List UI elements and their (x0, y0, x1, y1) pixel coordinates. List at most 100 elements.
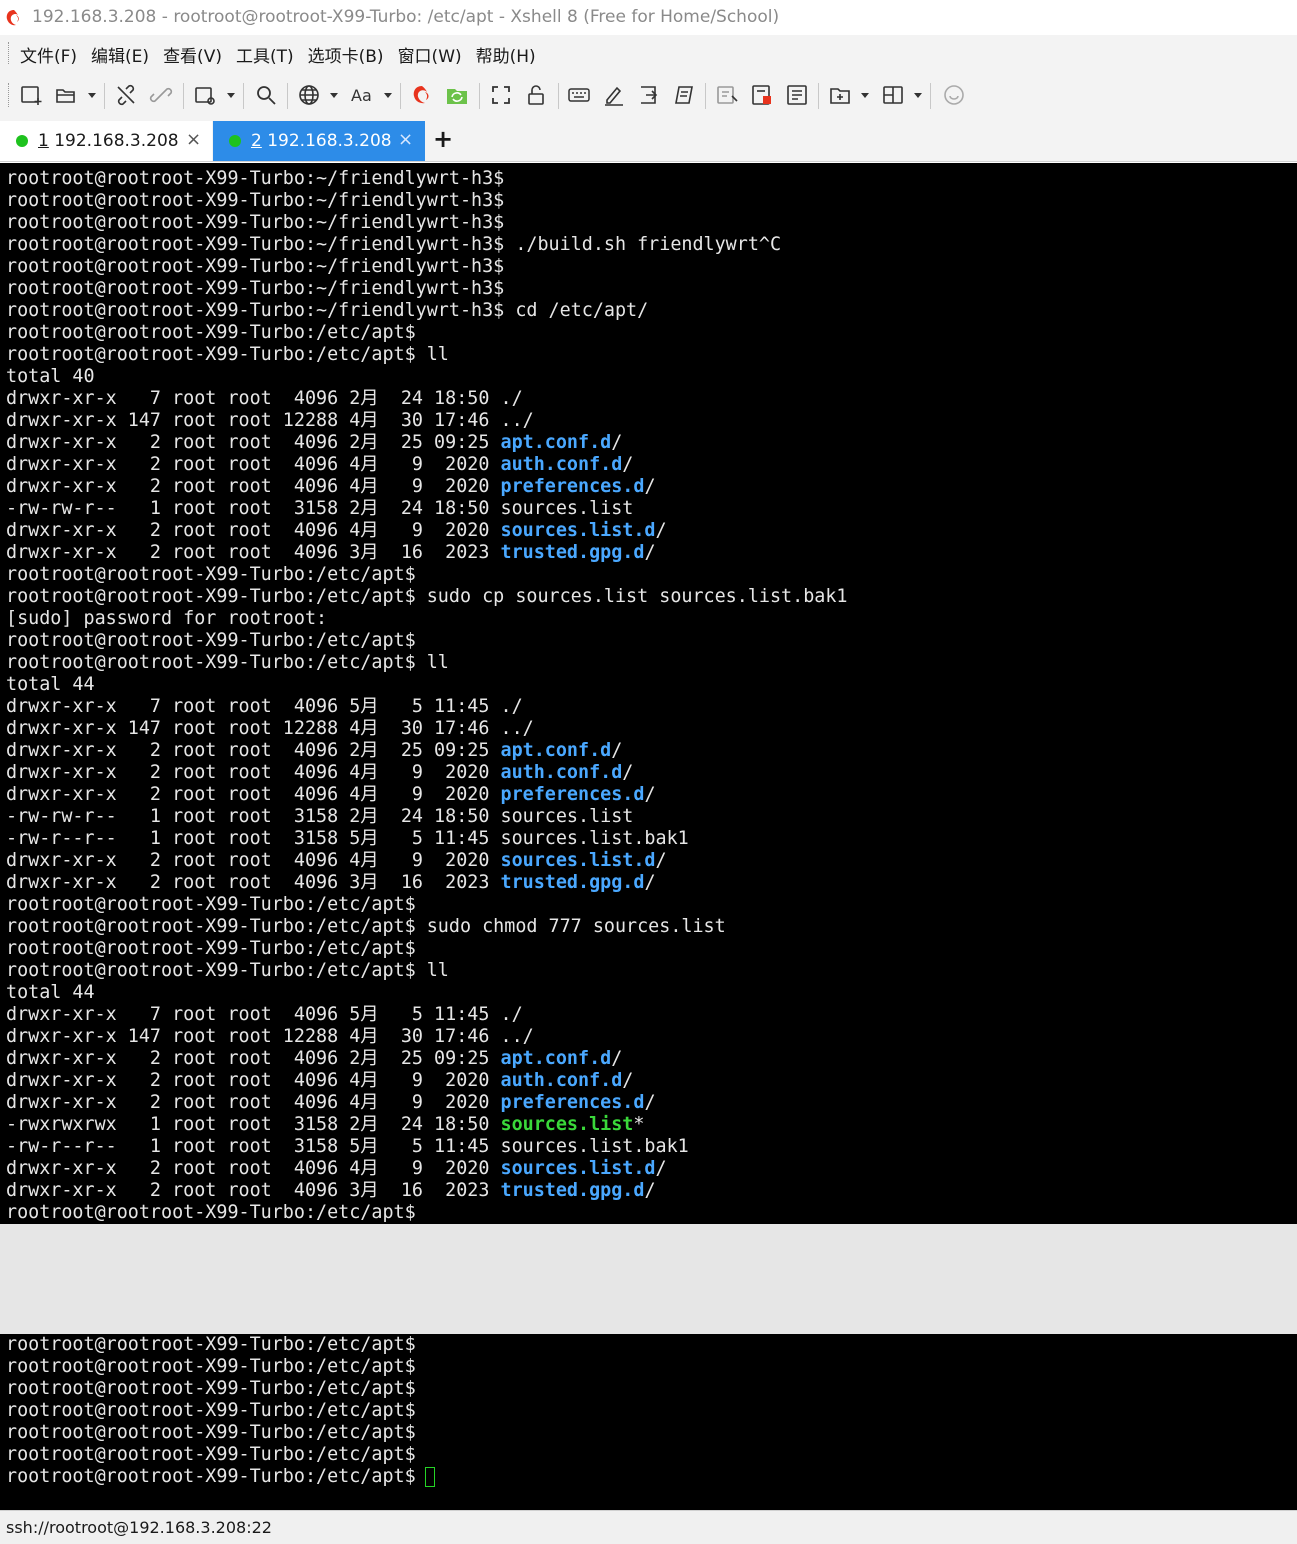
new-folder-dropdown-icon[interactable] (861, 93, 869, 98)
terminal-text: rootroot@rootroot-X99-Turbo:~/friendlywr… (6, 278, 505, 299)
terminal-text: rootroot@rootroot-X99-Turbo:/etc/apt$ (6, 1378, 416, 1399)
menu-view[interactable]: 查看(V) (163, 42, 230, 67)
new-tab-button[interactable]: + (433, 125, 453, 153)
font-dropdown-icon[interactable] (384, 93, 392, 98)
layout-icon[interactable] (881, 81, 905, 109)
terminal-text: rootroot@rootroot-X99-Turbo:/etc/apt$ ll (6, 652, 449, 673)
terminal-text: -rw-rw-r-- 1 root root 3158 2月 24 18:50 … (6, 498, 634, 519)
toolbar-separator (183, 83, 184, 109)
menu-tools[interactable]: 工具(T) (236, 42, 302, 67)
terminal-text: * (633, 1114, 645, 1135)
layout-dropdown-icon[interactable] (914, 93, 922, 98)
new-session-icon[interactable] (19, 81, 43, 109)
directory-name: trusted.gpg.d (500, 1180, 645, 1201)
keyboard-icon[interactable] (567, 81, 591, 109)
terminal-line: drwxr-xr-x 147 root root 12288 4月 30 17:… (6, 718, 534, 740)
globe-icon[interactable] (297, 81, 321, 109)
terminal-line: rootroot@rootroot-X99-Turbo:/etc/apt$ (6, 1246, 416, 1268)
terminal-line: rootroot@rootroot-X99-Turbo:/etc/apt$ (6, 322, 416, 344)
font-icon[interactable]: Aa (350, 81, 376, 109)
terminal-text: drwxr-xr-x 147 root root 12288 4月 30 17:… (6, 1026, 534, 1047)
close-tab-2-icon[interactable]: × (398, 129, 413, 150)
directory-name: apt.conf.d (500, 1048, 612, 1069)
terminal-text: / (655, 520, 667, 541)
terminal-line: drwxr-xr-x 2 root root 4096 4月 9 2020 au… (6, 1070, 633, 1092)
lock-icon[interactable] (524, 81, 548, 109)
terminal-line: drwxr-xr-x 147 root root 12288 4月 30 17:… (6, 410, 534, 432)
menu-file[interactable]: 文件(F) (20, 42, 85, 67)
new-folder-icon[interactable] (828, 81, 852, 109)
terminal-line: [sudo] password for rootroot: (6, 608, 327, 630)
terminal-line: rootroot@rootroot-X99-Turbo:/etc/apt$ (6, 938, 416, 960)
fullscreen-icon[interactable] (489, 81, 513, 109)
terminal-text: / (644, 476, 656, 497)
compose-icon[interactable] (715, 81, 739, 109)
globe-dropdown-icon[interactable] (330, 93, 338, 98)
xshell-icon[interactable] (410, 81, 434, 109)
directory-name: preferences.d (500, 1092, 645, 1113)
terminal-output[interactable]: rootroot@rootroot-X99-Turbo:~/friendlywr… (0, 163, 1297, 1510)
terminal-text: rootroot@rootroot-X99-Turbo:/etc/apt$ ll (6, 344, 449, 365)
directory-name: apt.conf.d (500, 740, 612, 761)
highlight-pen-icon[interactable] (602, 81, 626, 109)
disconnect-icon[interactable] (114, 81, 138, 109)
log-stop-icon[interactable] (750, 81, 774, 109)
toolbar: Aa (0, 71, 1297, 119)
toolbar-separator (930, 83, 931, 109)
terminal-line: rootroot@rootroot-X99-Turbo:/etc/apt$ (6, 1378, 416, 1400)
menu-help[interactable]: 帮助(H) (476, 42, 544, 67)
terminal-line: rootroot@rootroot-X99-Turbo:/etc/apt$ (6, 1356, 416, 1378)
toolbar-separator (400, 83, 401, 109)
terminal-line: -rwxrwxrwx 1 root root 3158 2月 24 18:50 … (6, 1114, 644, 1136)
terminal-text: rootroot@rootroot-X99-Turbo:/etc/apt$ (6, 1334, 416, 1355)
script-icon[interactable] (672, 81, 696, 109)
terminal-text: total 44 (6, 674, 95, 695)
terminal-text: 58d57 (6, 1290, 62, 1311)
new-tab-dropdown-icon[interactable] (227, 93, 235, 98)
toolbar-separator (818, 83, 819, 109)
search-icon[interactable] (254, 81, 278, 109)
terminal-line: rootroot@rootroot-X99-Turbo:/etc/apt$ (6, 630, 416, 652)
terminal-text: rootroot@rootroot-X99-Turbo:/etc/apt$ di… (6, 1268, 815, 1289)
terminal-line: rootroot@rootroot-X99-Turbo:/etc/apt$ su… (6, 916, 726, 938)
terminal-text: drwxr-xr-x 2 root root 4096 4月 9 2020 (6, 784, 501, 805)
terminal-line: rootroot@rootroot-X99-Turbo:~/friendlywr… (6, 278, 504, 300)
terminal-line: rootroot@rootroot-X99-Turbo:/etc/apt$ ll (6, 344, 449, 366)
terminal-text: / (622, 1070, 634, 1091)
directory-name: sources.list.d (500, 1158, 656, 1179)
open-folder-icon[interactable] (54, 81, 78, 109)
chat-icon[interactable] (942, 81, 966, 109)
send-file-icon[interactable] (637, 81, 661, 109)
terminal-text: rootroot@rootroot-X99-Turbo:~/friendlywr… (6, 190, 505, 211)
terminal-text: rootroot@rootroot-X99-Turbo:/etc/apt$ (6, 1444, 416, 1465)
title-bar: 192.168.3.208 - rootroot@rootroot-X99-Tu… (0, 0, 1297, 35)
terminal-text: drwxr-xr-x 2 root root 4096 4月 9 2020 (6, 850, 501, 871)
close-tab-1-icon[interactable]: × (186, 129, 201, 150)
menu-tab[interactable]: 选项卡(B) (308, 42, 392, 67)
terminal-line: drwxr-xr-x 7 root root 4096 5月 5 11:45 .… (6, 1004, 523, 1026)
terminal-line: total 40 (6, 366, 95, 388)
xftp-icon[interactable] (445, 81, 469, 109)
new-tab-icon[interactable] (193, 81, 217, 109)
notes-icon[interactable] (785, 81, 809, 109)
terminal-line: drwxr-xr-x 2 root root 4096 4月 9 2020 pr… (6, 476, 656, 498)
open-dropdown-icon[interactable] (88, 93, 96, 98)
terminal-text: drwxr-xr-x 7 root root 4096 2月 24 18:50 … (6, 388, 523, 409)
tab-session-2[interactable]: 2 192.168.3.208 × (213, 121, 425, 161)
terminal-line: -rw-rw-r-- 1 root root 3158 2月 24 18:50 … (6, 806, 633, 828)
menu-edit[interactable]: 编辑(E) (91, 42, 157, 67)
terminal-text: / (655, 850, 667, 871)
terminal-line: rootroot@rootroot-X99-Turbo:/etc/apt$ su… (6, 586, 847, 608)
tab-session-1[interactable]: 1 192.168.3.208 × (0, 121, 212, 161)
terminal-text: drwxr-xr-x 2 root root 4096 4月 9 2020 (6, 454, 501, 475)
terminal-text: rootroot@rootroot-X99-Turbo:/etc/apt$ su… (6, 586, 848, 607)
reconnect-icon[interactable] (149, 81, 173, 109)
terminal-text: rootroot@rootroot-X99-Turbo:/etc/apt$ (6, 1466, 427, 1487)
terminal-line: drwxr-xr-x 2 root root 4096 2月 25 09:25 … (6, 740, 622, 762)
window-title: 192.168.3.208 - rootroot@rootroot-X99-Tu… (32, 7, 780, 27)
terminal-text: drwxr-xr-x 7 root root 4096 5月 5 11:45 .… (6, 696, 523, 717)
menu-window[interactable]: 窗口(W) (398, 42, 470, 67)
terminal-text: drwxr-xr-x 2 root root 4096 3月 16 2023 (6, 872, 501, 893)
terminal-text: / (622, 762, 634, 783)
terminal-text: drwxr-xr-x 147 root root 12288 4月 30 17:… (6, 718, 534, 739)
